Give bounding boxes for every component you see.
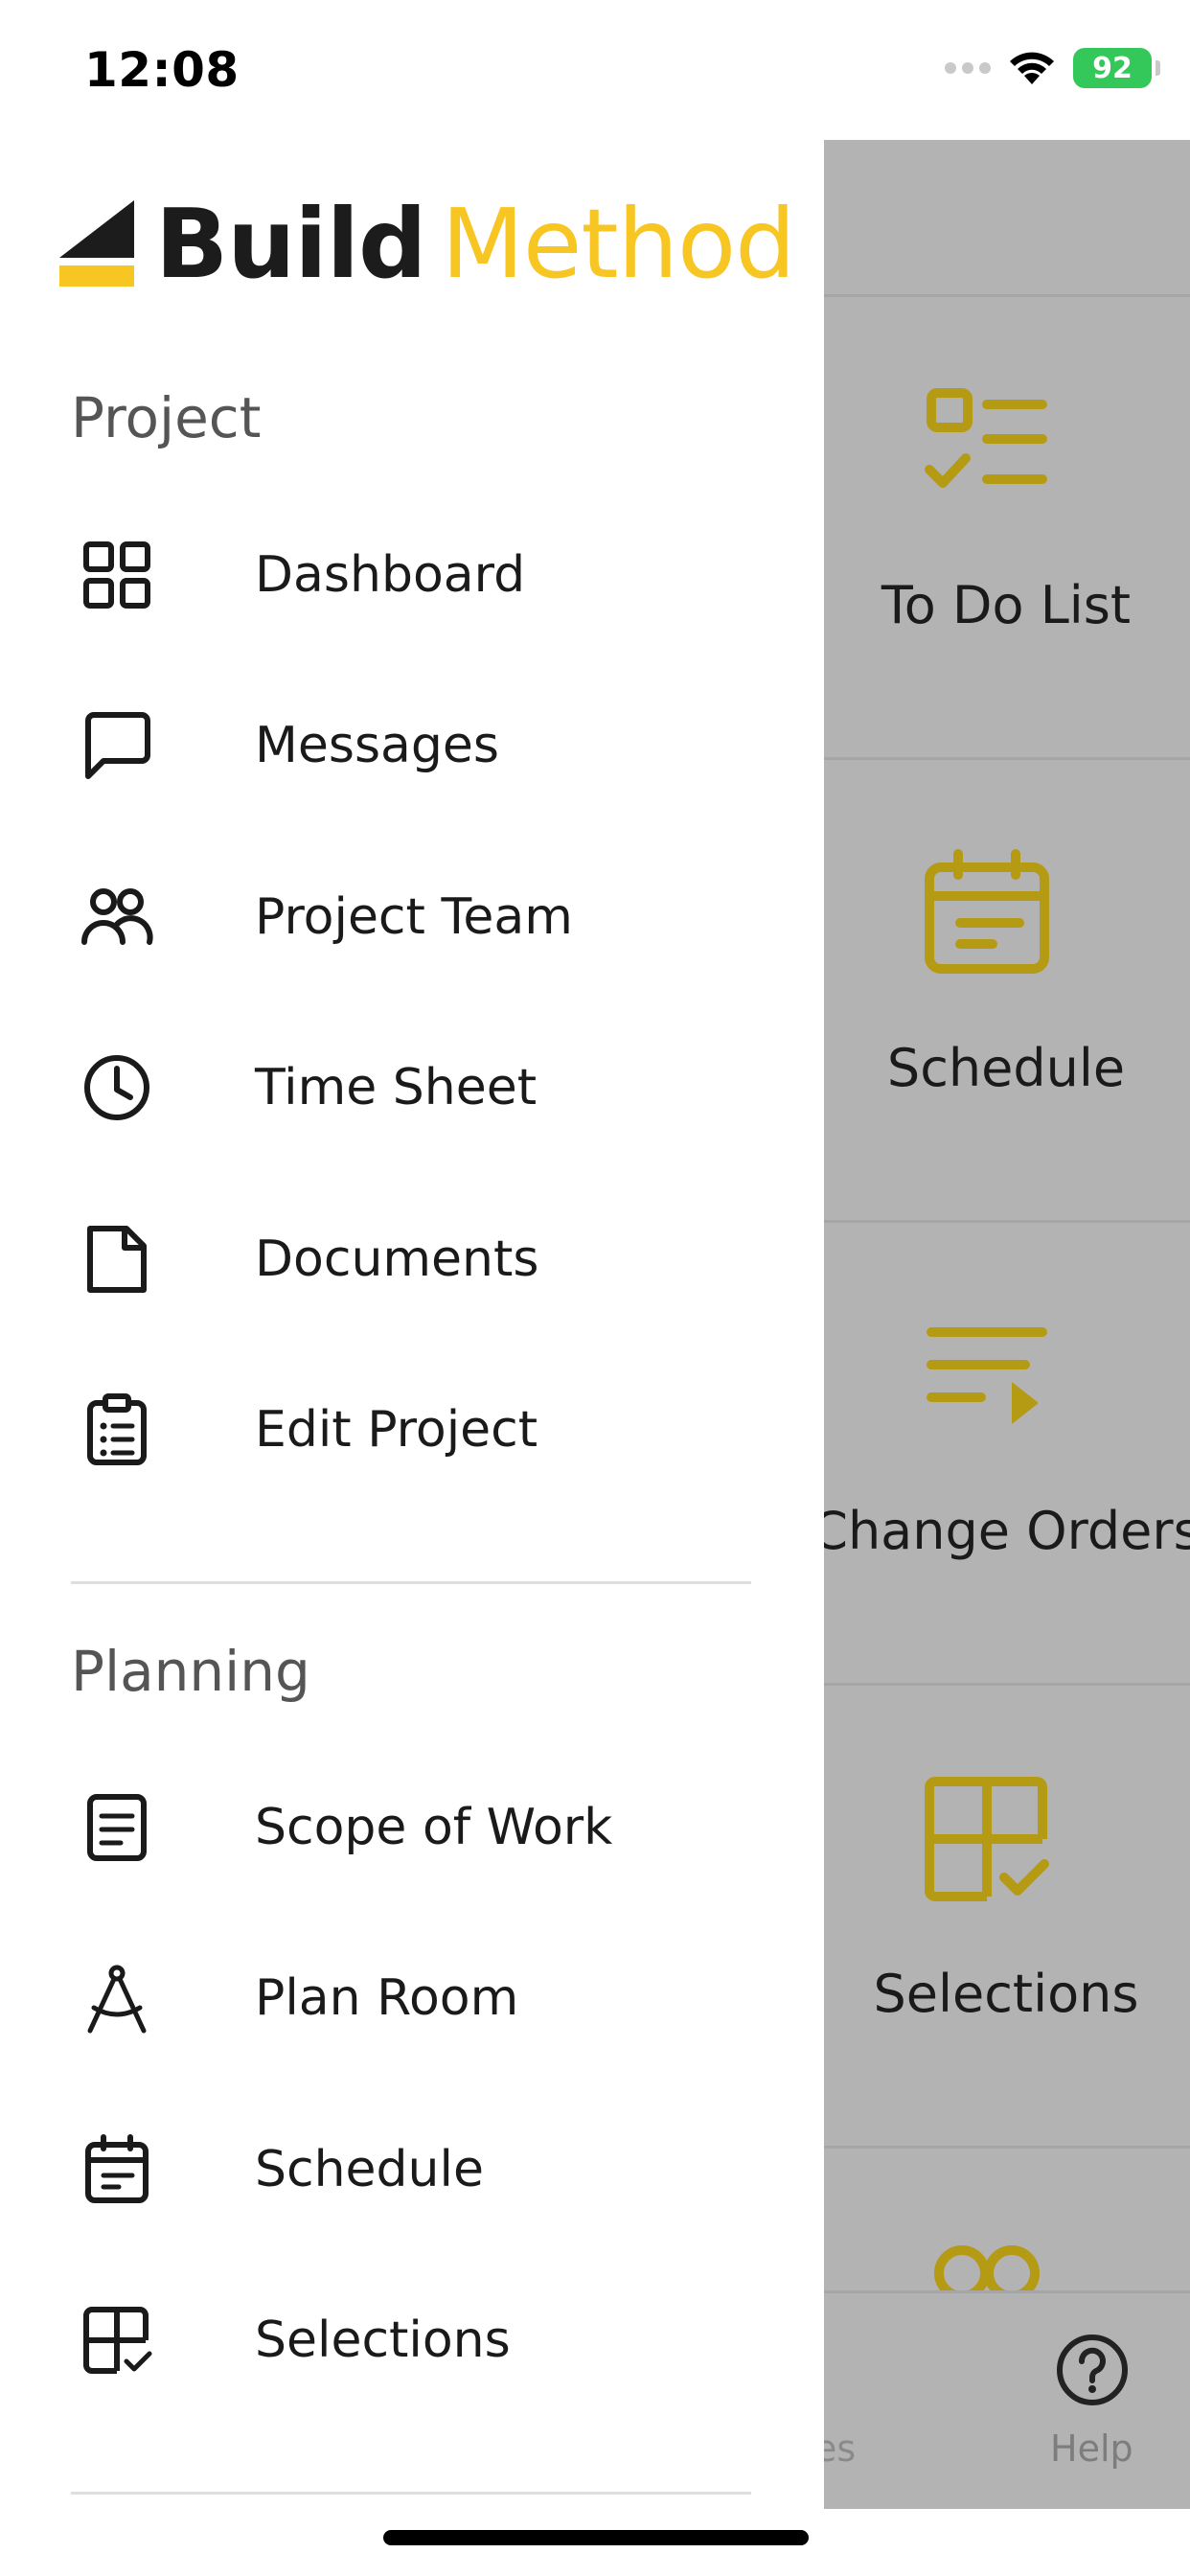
menu-item-label: Project Team [255, 888, 573, 946]
logo-mark-icon [59, 199, 134, 287]
clock-icon [84, 1055, 149, 1120]
tab-help[interactable]: Help [1050, 2427, 1133, 2470]
section-divider [71, 2492, 751, 2495]
tile-to-do-list[interactable]: To Do List [824, 297, 1190, 760]
menu-item-label: Dashboard [255, 546, 526, 604]
menu-item-label: Edit Project [255, 1401, 538, 1459]
tab-partial-label[interactable]: es [824, 2427, 856, 2470]
chat-bubble-icon [85, 712, 150, 779]
menu-item-label: Schedule [255, 2141, 484, 2198]
document-icon [87, 1226, 147, 1293]
home-indicator[interactable] [383, 2530, 809, 2545]
menu-item-messages[interactable]: Messages [0, 660, 824, 831]
section-title-project: Project [71, 385, 262, 450]
logo-text-method: Method [441, 188, 796, 300]
menu-item-time-sheet[interactable]: Time Sheet [0, 1002, 824, 1173]
selections-icon [83, 2307, 152, 2374]
compass-icon [87, 1965, 147, 2034]
wifi-icon [1010, 52, 1054, 84]
todo-icon [925, 388, 1047, 488]
status-bar: 12:08 92 [0, 0, 1190, 140]
main-header [824, 140, 1190, 297]
calendar-icon [925, 849, 1049, 974]
tile-label: Schedule [886, 1038, 1126, 1098]
grid-icon [83, 541, 150, 609]
menu-item-label: Scope of Work [255, 1799, 613, 1856]
menu-item-dashboard[interactable]: Dashboard [0, 490, 824, 660]
section-title-planning: Planning [71, 1639, 310, 1704]
team-icon [81, 888, 153, 945]
menu-item-selections[interactable]: Selections [0, 2255, 824, 2426]
menu-item-label: Documents [255, 1230, 539, 1288]
menu-item-documents[interactable]: Documents [0, 1174, 824, 1345]
cellular-signal-icon [945, 62, 991, 74]
help-icon[interactable] [1054, 2332, 1131, 2408]
section-divider [71, 1581, 751, 1584]
battery-level: 92 [1092, 51, 1133, 85]
menu-item-label: Plan Room [255, 1969, 519, 2027]
menu-item-edit-project[interactable]: Edit Project [0, 1345, 824, 1515]
tile-label: To Do List [881, 575, 1132, 635]
tile-schedule[interactable]: Schedule [824, 760, 1190, 1223]
change-orders-icon [927, 1327, 1047, 1424]
bottom-tab-bar: es Help [824, 2290, 1190, 2509]
menu-item-schedule[interactable]: Schedule [0, 2084, 824, 2255]
tile-label: Selections [873, 1964, 1139, 2024]
build-method-logo: Build Method [59, 188, 796, 300]
tile-selections[interactable]: Selections [824, 1686, 1190, 2149]
list-doc-icon [87, 1794, 147, 1861]
logo-text-build: Build [155, 188, 427, 300]
tile-change-orders[interactable]: Change Orders [824, 1223, 1190, 1686]
calendar-icon [85, 2134, 149, 2203]
dimmed-main-content[interactable]: To Do List Schedule Change Orders Select… [824, 140, 1190, 2509]
tile-label: Change Orders [824, 1501, 1190, 1561]
menu-item-label: Time Sheet [255, 1059, 538, 1116]
selections-icon [925, 1777, 1049, 1901]
navigation-drawer: Build Method Project Dashboard Messages … [0, 0, 824, 2576]
status-time: 12:08 [84, 42, 240, 98]
menu-item-label: Messages [255, 717, 499, 774]
menu-item-scope-of-work[interactable]: Scope of Work [0, 1742, 824, 1913]
menu-item-plan-room[interactable]: Plan Room [0, 1913, 824, 2083]
clipboard-icon [87, 1393, 147, 1465]
battery-icon: 92 [1073, 48, 1160, 88]
menu-item-label: Selections [255, 2312, 511, 2369]
status-indicators: 92 [945, 48, 1160, 88]
menu-item-project-team[interactable]: Project Team [0, 832, 824, 1002]
